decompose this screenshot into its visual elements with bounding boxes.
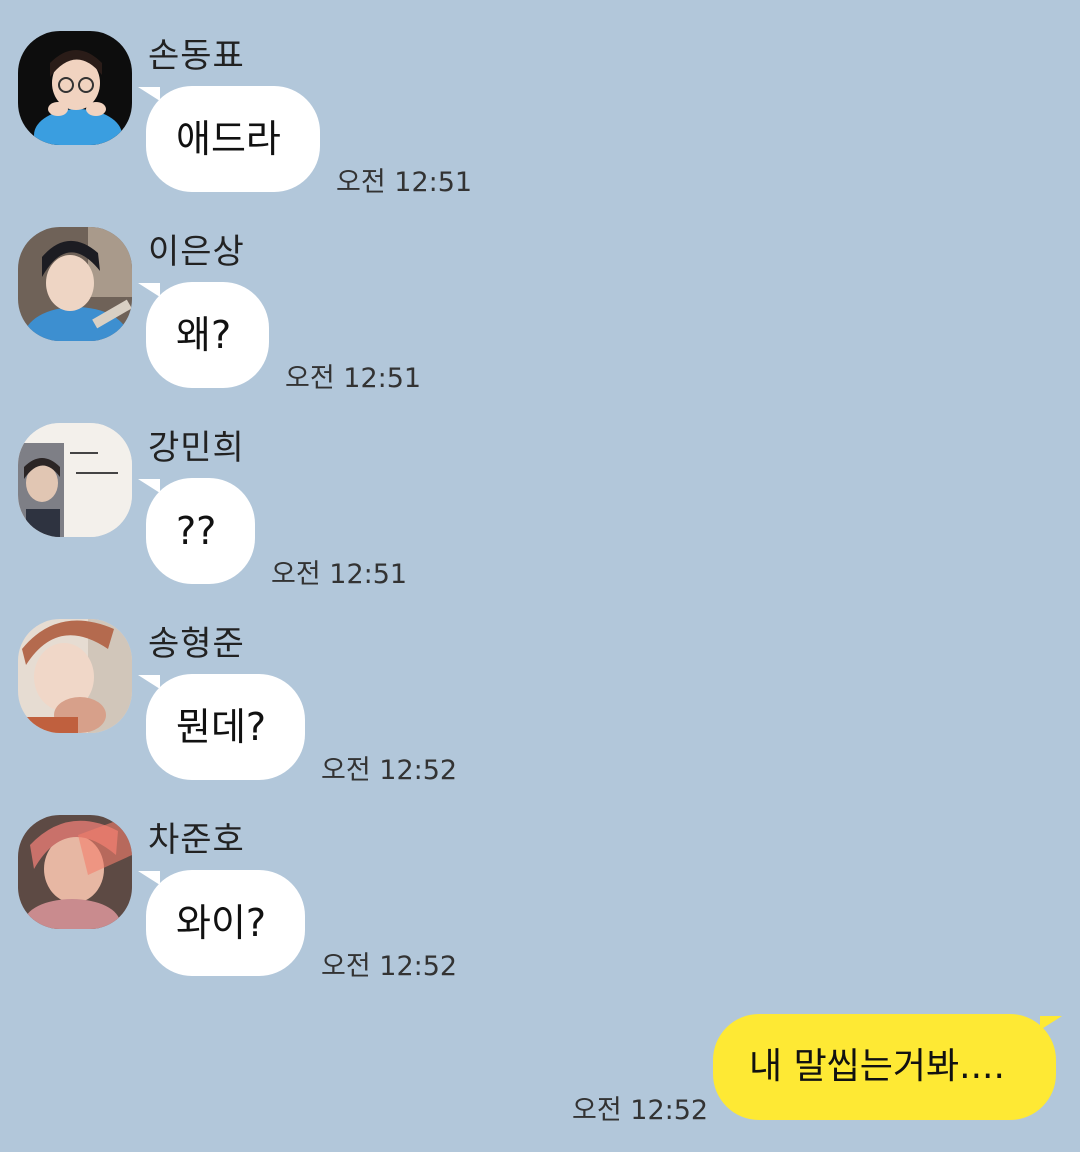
message-bubble[interactable]: 와이? (146, 870, 305, 976)
sender-name: 강민희 (148, 428, 245, 468)
profile-photo-icon (18, 31, 132, 145)
message-row: 송형준 뭔데? 오전 12:52 (0, 588, 1080, 786)
message-bubble[interactable]: ?? (146, 478, 255, 584)
message-bubble[interactable]: 애드라 (146, 86, 320, 192)
avatar[interactable] (18, 815, 132, 929)
my-message-bubble[interactable]: 내 말씹는거봐.... (713, 1014, 1056, 1120)
message-row: 손동표 애드라 오전 12:51 (0, 0, 1080, 198)
profile-photo-icon (18, 619, 132, 733)
message-row: 차준호 와이? 오전 12:52 (0, 784, 1080, 982)
message-bubble[interactable]: 왜? (146, 282, 269, 388)
avatar[interactable] (18, 423, 132, 537)
message-time: 오전 12:52 (321, 755, 458, 786)
bubble-tail (138, 479, 160, 493)
sender-name: 송형준 (148, 624, 245, 664)
my-message-time: 오전 12:52 (572, 1095, 709, 1126)
avatar[interactable] (18, 31, 132, 145)
sender-name: 손동표 (148, 36, 245, 76)
avatar[interactable] (18, 619, 132, 733)
avatar[interactable] (18, 227, 132, 341)
message-row: 이은상 왜? 오전 12:51 (0, 196, 1080, 394)
bubble-tail (138, 675, 160, 689)
bubble-tail (138, 871, 160, 885)
message-row: 강민희 ?? 오전 12:51 (0, 392, 1080, 590)
profile-photo-icon (18, 227, 132, 341)
sender-name: 차준호 (148, 820, 245, 860)
message-time: 오전 12:51 (271, 559, 408, 590)
message-bubble[interactable]: 뭔데? (146, 674, 305, 780)
bubble-tail (138, 283, 160, 297)
message-time: 오전 12:52 (321, 951, 458, 982)
profile-photo-icon (18, 423, 132, 537)
bubble-tail (138, 87, 160, 101)
message-time: 오전 12:51 (285, 363, 422, 394)
profile-photo-icon (18, 815, 132, 929)
message-time: 오전 12:51 (336, 167, 473, 198)
sender-name: 이은상 (148, 232, 245, 272)
